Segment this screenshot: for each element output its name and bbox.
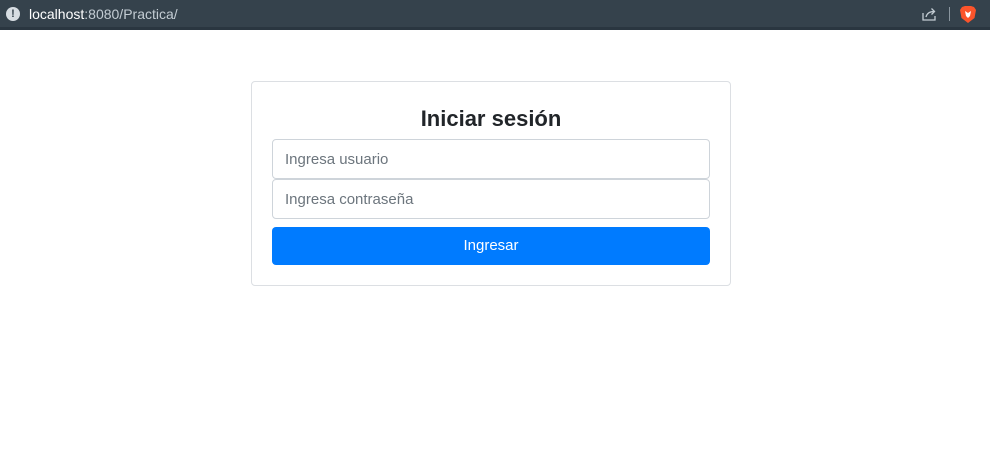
url-host: localhost (29, 6, 85, 22)
address-bar[interactable]: localhost:8080/Practica/ (29, 6, 178, 22)
password-input[interactable] (272, 179, 710, 219)
toolbar-divider (949, 7, 950, 21)
username-input[interactable] (272, 139, 710, 179)
info-icon[interactable]: ! (6, 7, 20, 21)
browser-toolbar: ! localhost:8080/Practica/ (0, 0, 990, 30)
url-path: :8080/Practica/ (84, 6, 178, 22)
login-card: Iniciar sesión Ingresar (251, 81, 731, 286)
login-title: Iniciar sesión (420, 106, 562, 131)
share-icon[interactable] (921, 6, 937, 22)
brave-lion-icon[interactable] (959, 5, 977, 24)
login-submit-button[interactable]: Ingresar (272, 227, 710, 265)
